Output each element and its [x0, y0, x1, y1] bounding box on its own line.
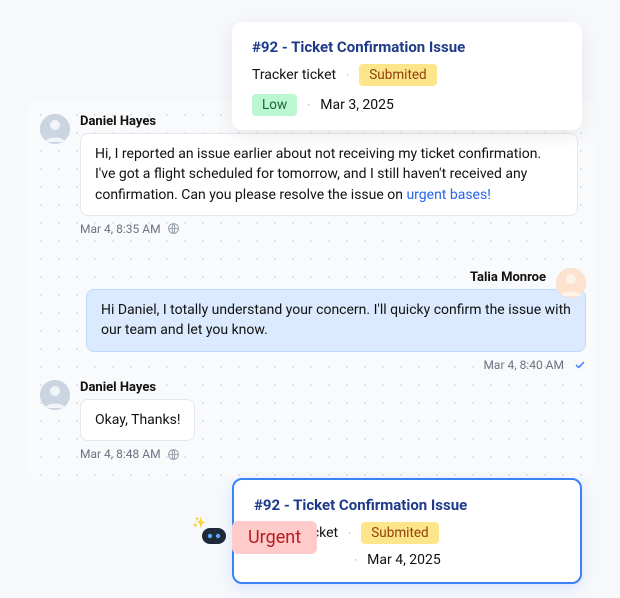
ticket-title: #92 - Ticket Confirmation Issue — [254, 496, 560, 514]
separator-dot: · — [348, 526, 351, 540]
message-text: Hi Daniel, I totally understand your con… — [101, 302, 571, 338]
ticket-type: Tracker ticket — [252, 67, 336, 83]
message-bubble: Okay, Thanks! — [80, 399, 195, 441]
avatar — [556, 268, 586, 298]
ticket-card-top[interactable]: #92 - Ticket Confirmation Issue Tracker … — [232, 22, 582, 130]
check-icon — [574, 359, 586, 371]
ticket-row: Tracker ticket · Submited — [252, 64, 562, 86]
message-bubble: Hi Daniel, I totally understand your con… — [86, 289, 586, 352]
priority-badge: Low — [252, 94, 297, 116]
message-2: Talia Monroe Hi Daniel, I totally unders… — [86, 270, 586, 372]
separator-dot: · — [307, 98, 310, 112]
message-time: Mar 4, 8:48 AM — [80, 447, 161, 461]
sender-name: Talia Monroe — [86, 270, 546, 285]
message-bubble: Hi, I reported an issue earlier about no… — [80, 133, 578, 216]
separator-dot: · — [346, 68, 349, 82]
message-text: Okay, Thanks! — [95, 412, 180, 428]
globe-icon — [167, 448, 180, 461]
status-badge: Submited — [359, 64, 436, 86]
message-meta: Mar 4, 8:40 AM — [86, 358, 586, 372]
ticket-date: Mar 4, 2025 — [367, 552, 441, 568]
message-time: Mar 4, 8:40 AM — [483, 358, 564, 372]
ticket-date: Mar 3, 2025 — [320, 97, 394, 113]
message-time: Mar 4, 8:35 AM — [80, 222, 161, 236]
avatar — [40, 114, 70, 144]
message-link[interactable]: urgent bases! — [406, 187, 490, 203]
priority-badge-urgent-wrap: Urgent — [232, 521, 317, 554]
ticket-row: Low · Mar 3, 2025 — [252, 94, 562, 116]
avatar — [40, 380, 70, 410]
globe-icon — [167, 222, 180, 235]
message-1: Daniel Hayes Hi, I reported an issue ear… — [40, 114, 580, 236]
priority-badge: Urgent — [232, 521, 317, 554]
chat-panel: Daniel Hayes Hi, I reported an issue ear… — [26, 100, 594, 478]
message-meta: Mar 4, 8:48 AM — [80, 447, 580, 461]
ticket-row: · Mar 4, 2025 — [354, 552, 560, 568]
bot-icon — [200, 524, 228, 546]
status-badge: Submited — [361, 522, 438, 544]
separator-dot: · — [354, 553, 357, 567]
message-meta: Mar 4, 8:35 AM — [80, 222, 580, 236]
sender-name: Daniel Hayes — [80, 380, 580, 395]
ticket-title: #92 - Ticket Confirmation Issue — [252, 38, 562, 56]
message-3: Daniel Hayes Okay, Thanks! Mar 4, 8:48 A… — [40, 380, 580, 461]
